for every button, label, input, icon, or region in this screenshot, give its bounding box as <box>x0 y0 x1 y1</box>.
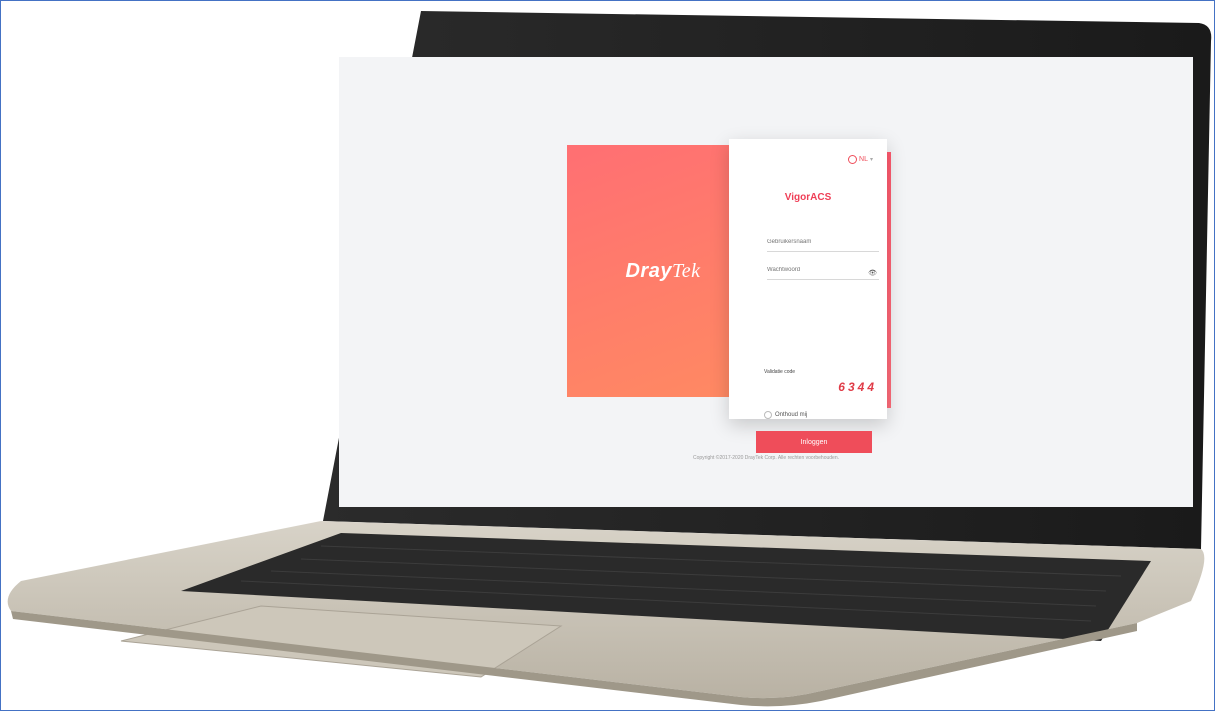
password-field[interactable]: 👁 <box>767 267 879 280</box>
laptop-screen: DrayTek NL ▾ VigorACS 👁 Validatie code <box>339 57 1193 507</box>
captcha-image: 6344 <box>838 380 877 394</box>
app-title: VigorACS <box>784 192 832 203</box>
login-card: NL ▾ VigorACS 👁 Validatie code 6344 Onth… <box>729 139 887 453</box>
login-button[interactable]: Inloggen <box>756 431 872 453</box>
globe-icon <box>848 155 858 164</box>
eye-icon[interactable]: 👁 <box>868 269 877 277</box>
copyright-text: Copyright ©2017-2020 DrayTek Corp. Alle … <box>693 455 839 461</box>
username-input[interactable] <box>767 239 857 245</box>
username-field[interactable] <box>767 239 879 252</box>
remember-me[interactable]: Onthoud mij <box>764 411 807 419</box>
radio-icon[interactable] <box>764 411 772 419</box>
language-selector[interactable]: NL ▾ <box>848 155 873 164</box>
validation-code-label: Validatie code <box>764 369 796 375</box>
image-frame: DrayTek NL ▾ VigorACS 👁 Validatie code <box>0 0 1215 711</box>
chevron-down-icon: ▾ <box>869 157 873 163</box>
remember-me-label: Onthoud mij <box>775 412 808 418</box>
password-input[interactable] <box>767 267 857 273</box>
language-label: NL <box>859 156 868 163</box>
draytek-logo: DrayTek <box>625 259 701 282</box>
